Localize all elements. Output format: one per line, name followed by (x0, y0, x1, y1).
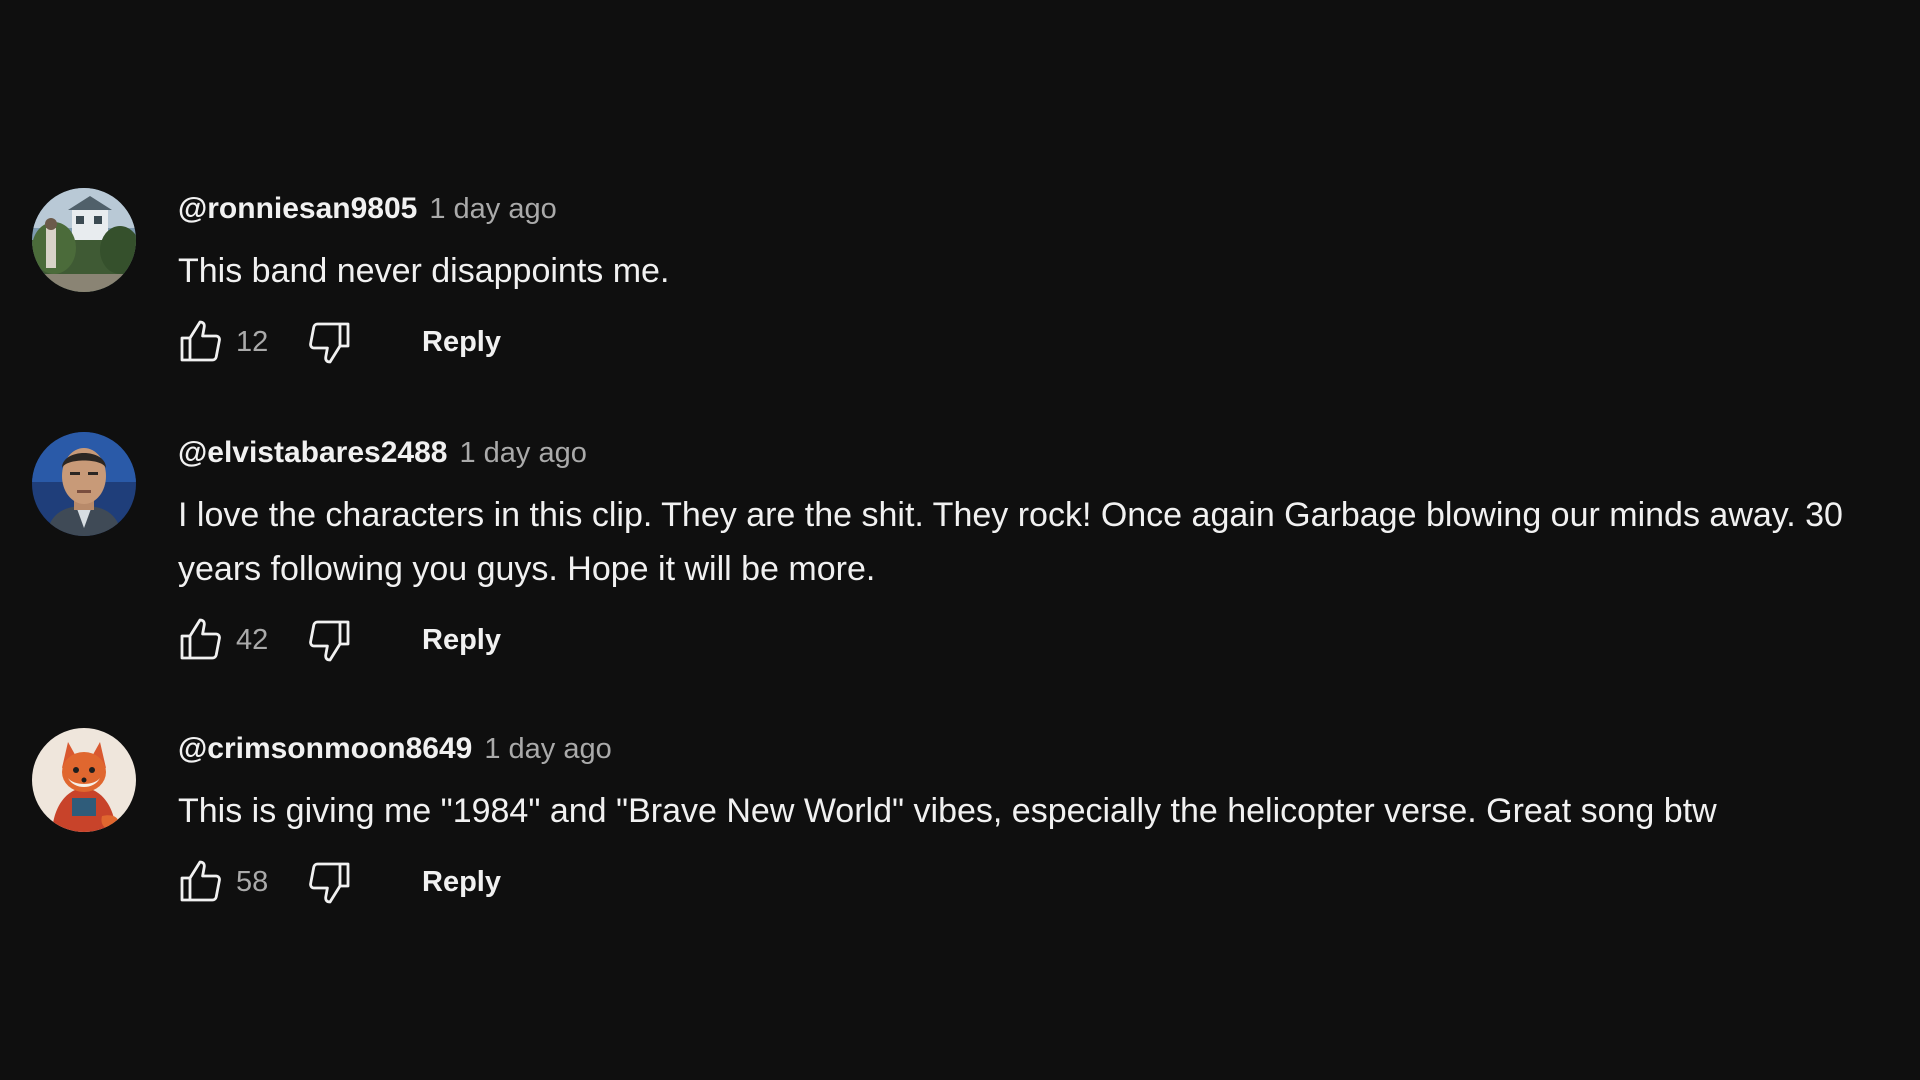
comment-body: @crimsonmoon8649 1 day ago This is givin… (178, 728, 1717, 912)
like-button[interactable] (172, 612, 228, 668)
thumb-down-icon (309, 620, 350, 662)
like-button[interactable] (172, 314, 228, 370)
avatar[interactable] (32, 728, 136, 832)
like-count: 12 (236, 325, 269, 358)
comment-action-bar: 42 Reply (172, 610, 1892, 670)
like-count: 42 (236, 623, 269, 656)
comment-timestamp[interactable]: 1 day ago (484, 733, 611, 766)
like-button[interactable] (172, 854, 228, 910)
reply-button[interactable]: Reply (416, 318, 507, 367)
comment-action-bar: 58 Reply (172, 852, 1717, 912)
thumb-up-icon (180, 860, 221, 902)
comment-text: I love the characters in this clip. They… (178, 496, 1843, 588)
thumb-down-icon (309, 322, 350, 364)
thumb-up-icon (180, 618, 221, 660)
dislike-button[interactable] (302, 314, 358, 370)
avatar-image (32, 432, 136, 536)
avatar-image (32, 188, 136, 292)
avatar[interactable] (32, 188, 136, 292)
avatar[interactable] (32, 432, 136, 536)
comment-body: @ronniesan9805 1 day ago This band never… (178, 188, 669, 372)
dislike-button[interactable] (302, 854, 358, 910)
avatar-image (32, 728, 136, 832)
comment-body: @elvistabares2488 1 day ago I love the c… (178, 432, 1892, 670)
like-count: 58 (236, 865, 269, 898)
comment-author[interactable]: @ronniesan9805 (178, 192, 417, 226)
reply-button[interactable]: Reply (416, 858, 507, 907)
reply-button[interactable]: Reply (416, 616, 507, 665)
comment-author[interactable]: @crimsonmoon8649 (178, 732, 472, 766)
comment-author[interactable]: @elvistabares2488 (178, 436, 447, 470)
comment-thread: @ronniesan9805 1 day ago This band never… (32, 188, 1892, 372)
comments-section: @ronniesan9805 1 day ago This band never… (0, 0, 1920, 1080)
comment-header: @elvistabares2488 1 day ago (178, 436, 1892, 480)
dislike-button[interactable] (302, 612, 358, 668)
thumb-up-icon (180, 320, 221, 362)
comment-text: This band never disappoints me. (178, 252, 670, 290)
comment-text: This is giving me "1984" and "Brave New … (178, 792, 1717, 830)
comment-header: @ronniesan9805 1 day ago (178, 192, 669, 236)
comment-thread: @elvistabares2488 1 day ago I love the c… (32, 432, 1892, 670)
comment-header: @crimsonmoon8649 1 day ago (178, 732, 1717, 776)
thumb-down-icon (309, 862, 350, 904)
comment-thread: @crimsonmoon8649 1 day ago This is givin… (32, 728, 1892, 912)
comment-action-bar: 12 Reply (172, 312, 669, 372)
comment-timestamp[interactable]: 1 day ago (459, 437, 586, 470)
comment-timestamp[interactable]: 1 day ago (429, 193, 556, 226)
